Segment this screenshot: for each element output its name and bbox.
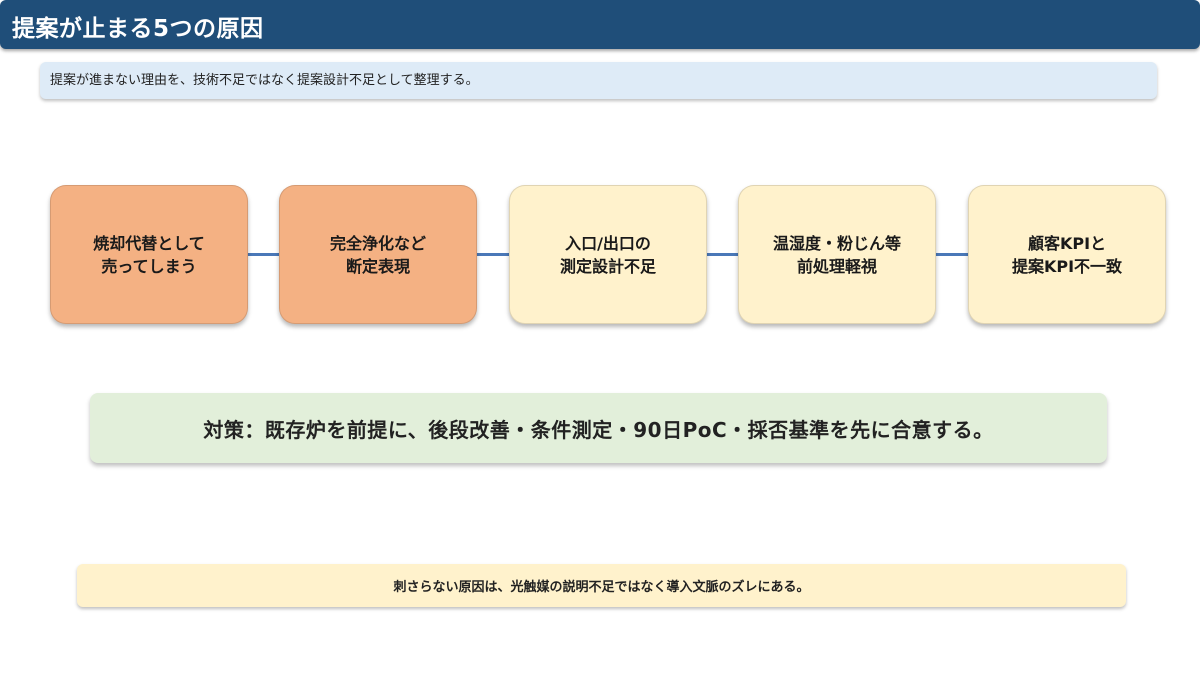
cause-label: 焼却代替として 売ってしまう <box>93 233 205 276</box>
solution-banner: 対策：既存炉を前提に、後段改善・条件測定・90日PoC・採否基準を先に合意する。 <box>90 393 1107 463</box>
note-banner: 刺さらない原因は、光触媒の説明不足ではなく導入文脈のズレにある。 <box>77 564 1126 607</box>
cause-box-4: 温湿度・粉じん等 前処理軽視 <box>738 185 936 324</box>
solution-text: 対策：既存炉を前提に、後段改善・条件測定・90日PoC・採否基準を先に合意する。 <box>203 417 994 442</box>
connector-4-5 <box>935 253 969 256</box>
cause-label: 完全浄化など 断定表現 <box>329 233 426 276</box>
cause-label: 温湿度・粉じん等 前処理軽視 <box>772 233 901 276</box>
cause-label: 入口/出口の 測定設計不足 <box>559 233 656 276</box>
cause-box-5: 顧客KPIと 提案KPI不一致 <box>968 185 1166 324</box>
cause-label: 顧客KPIと 提案KPI不一致 <box>1011 233 1123 276</box>
cause-box-3: 入口/出口の 測定設計不足 <box>509 185 707 324</box>
cause-box-2: 完全浄化など 断定表現 <box>279 185 477 324</box>
cause-box-1: 焼却代替として 売ってしまう <box>50 185 248 324</box>
connector-1-2 <box>246 253 280 256</box>
note-text: 刺さらない原因は、光触媒の説明不足ではなく導入文脈のズレにある。 <box>393 580 810 595</box>
connector-2-3 <box>476 253 510 256</box>
connector-3-4 <box>706 253 740 256</box>
